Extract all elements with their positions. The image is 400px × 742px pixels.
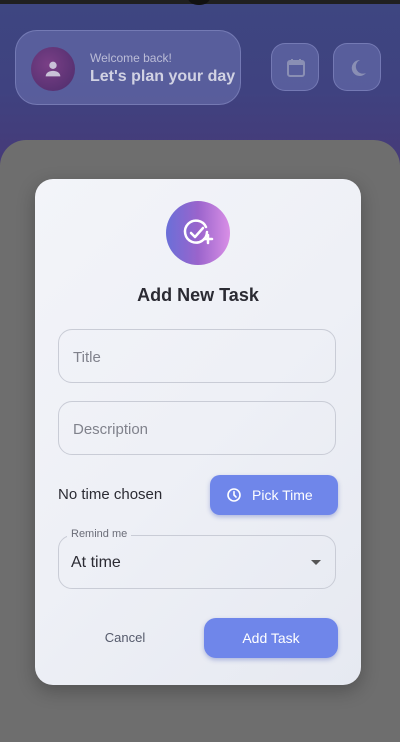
- description-input[interactable]: [71, 402, 325, 456]
- pick-time-label: Pick Time: [252, 487, 313, 503]
- add-task-dialog: Add New Task No time chosen Pick Time Re…: [35, 179, 361, 685]
- moon-icon: [351, 59, 366, 76]
- welcome-greeting: Welcome back!: [90, 51, 172, 65]
- calendar-icon: [287, 59, 305, 77]
- avatar[interactable]: [31, 47, 75, 91]
- remind-me-label: Remind me: [67, 528, 132, 540]
- title-input[interactable]: [71, 330, 325, 384]
- time-status-label: No time chosen: [58, 486, 163, 503]
- remind-me-dropdown[interactable]: Remind me At time: [58, 528, 336, 589]
- description-field[interactable]: [58, 401, 336, 456]
- add-task-button[interactable]: Add Task: [204, 618, 338, 658]
- welcome-headline: Let's plan your day: [90, 68, 236, 85]
- chevron-down-icon: [311, 560, 321, 565]
- title-field[interactable]: [58, 329, 336, 384]
- calendar-button[interactable]: [271, 43, 319, 91]
- welcome-card: Welcome back! Let's plan your day: [15, 30, 241, 105]
- remind-me-value: At time: [71, 554, 121, 571]
- task-add-icon: [183, 219, 214, 245]
- person-icon: [45, 61, 61, 77]
- dialog-icon-badge: [166, 201, 230, 265]
- cancel-button[interactable]: Cancel: [80, 625, 170, 649]
- theme-toggle-button[interactable]: [333, 43, 381, 91]
- pick-time-button[interactable]: Pick Time: [210, 475, 338, 515]
- dialog-title: Add New Task: [137, 285, 259, 305]
- camera-cutout: [188, 0, 210, 5]
- clock-icon: [227, 488, 241, 502]
